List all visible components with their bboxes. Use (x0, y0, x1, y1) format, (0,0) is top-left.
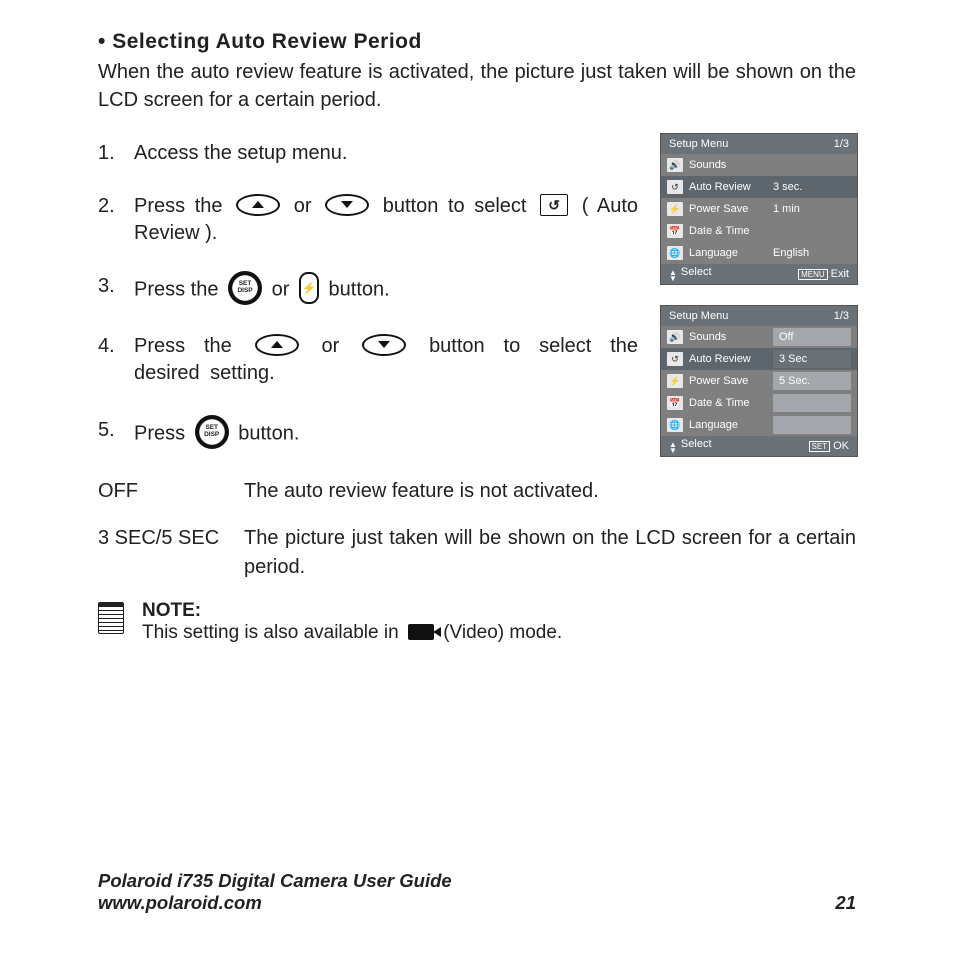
menu-footbar: ▲▼Select MENUExit (661, 264, 857, 284)
menu-title: Setup Menu (669, 138, 728, 150)
note-text: NOTE: This setting is also available in … (142, 600, 562, 644)
step-number: 1. (98, 140, 134, 167)
intro-text: When the auto review feature is activate… (98, 58, 856, 114)
auto-review-icon: ↺ (667, 180, 683, 194)
page-number: 21 (835, 892, 856, 914)
step-text: Press the or button to select the desire… (134, 333, 638, 387)
foot-select: ▲▼Select (669, 266, 712, 282)
language-icon: 🌐 (667, 418, 683, 432)
bullet: • (98, 30, 106, 53)
menu-page: 1/3 (834, 138, 849, 150)
page-footer: Polaroid i735 Digital Camera User Guide … (98, 870, 856, 914)
menu-row: 📅Date & Time (661, 220, 857, 242)
footer-url: www.polaroid.com (98, 892, 452, 914)
menu-row: ⚡Power Save1 min (661, 198, 857, 220)
foot-select: ▲▼Select (669, 438, 712, 454)
definition-value: The auto review feature is not activated… (244, 477, 856, 506)
auto-review-icon: ↺ (667, 352, 683, 366)
setup-menu-screenshot-1: Setup Menu 1/3 🔊Sounds ↺Auto Review3 sec… (660, 133, 858, 285)
down-button-icon (362, 334, 406, 356)
set-disp-button-icon: SET DISP (195, 415, 229, 449)
heading-text: Selecting Auto Review Period (112, 30, 422, 53)
step-text: Press SET DISP button. (134, 417, 638, 451)
updown-arrows-icon: ▲▼ (669, 442, 677, 454)
date-time-icon: 📅 (667, 224, 683, 238)
power-save-icon: ⚡ (667, 374, 683, 388)
set-disp-button-icon: SET DISP (228, 271, 262, 305)
menu-row: 🌐Language (661, 414, 857, 436)
note-icon (98, 602, 124, 634)
up-button-icon (255, 334, 299, 356)
steps-list: 1. Access the setup menu. 2. Press the o… (98, 140, 638, 451)
step-number: 4. (98, 333, 134, 387)
manual-page: • Selecting Auto Review Period When the … (0, 0, 954, 954)
auto-review-icon: ↺ (540, 194, 568, 216)
step-number: 5. (98, 417, 134, 451)
option-definitions: OFF The auto review feature is not activ… (98, 477, 856, 582)
note-block: NOTE: This setting is also available in … (98, 600, 856, 644)
menu-page: 1/3 (834, 310, 849, 322)
foot-exit: MENUExit (798, 268, 849, 280)
menu-row: 🔊Sounds (661, 154, 857, 176)
menu-footbar: ▲▼Select SETOK (661, 436, 857, 456)
section-heading: • Selecting Auto Review Period (98, 30, 856, 54)
language-icon: 🌐 (667, 246, 683, 260)
menu-row: 🌐LanguageEnglish (661, 242, 857, 264)
step-2: 2. Press the or button to select ↺ ( Aut… (98, 193, 638, 247)
menu-key-icon: MENU (798, 269, 828, 280)
down-button-icon (325, 194, 369, 216)
menu-titlebar: Setup Menu 1/3 (661, 306, 857, 326)
menu-row: 📅Date & Time (661, 392, 857, 414)
definition-off: OFF The auto review feature is not activ… (98, 477, 856, 506)
video-mode-icon (408, 624, 434, 640)
definition-value: The picture just taken will be shown on … (244, 524, 856, 582)
definition-key: OFF (98, 477, 244, 506)
menu-row-highlighted: ↺Auto Review3 sec. (661, 176, 857, 198)
footer-guide-title: Polaroid i735 Digital Camera User Guide (98, 870, 452, 892)
foot-ok: SETOK (809, 440, 849, 452)
note-label: NOTE: (142, 600, 201, 621)
updown-arrows-icon: ▲▼ (669, 270, 677, 282)
sounds-icon: 🔊 (667, 158, 683, 172)
up-button-icon (236, 194, 280, 216)
step-5: 5. Press SET DISP button. (98, 417, 638, 451)
footer-left: Polaroid i735 Digital Camera User Guide … (98, 870, 452, 914)
step-1: 1. Access the setup menu. (98, 140, 638, 167)
definition-key: 3 SEC/5 SEC (98, 524, 244, 582)
step-3: 3. Press the SET DISP or ⚡ button. (98, 273, 638, 307)
right-button-icon: ⚡ (299, 272, 319, 304)
step-4: 4. Press the or button to select the des… (98, 333, 638, 387)
menu-row: ⚡Power Save5 Sec. (661, 370, 857, 392)
setup-menu-screenshot-2: Setup Menu 1/3 🔊SoundsOff ↺Auto Review3 … (660, 305, 858, 457)
step-number: 3. (98, 273, 134, 307)
step-text: Access the setup menu. (134, 140, 638, 167)
definition-sec: 3 SEC/5 SEC The picture just taken will … (98, 524, 856, 582)
power-save-icon: ⚡ (667, 202, 683, 216)
menu-row: 🔊SoundsOff (661, 326, 857, 348)
sounds-icon: 🔊 (667, 330, 683, 344)
step-number: 2. (98, 193, 134, 247)
step-text: Press the SET DISP or ⚡ button. (134, 273, 638, 307)
menu-title: Setup Menu (669, 310, 728, 322)
lcd-screenshots: Setup Menu 1/3 🔊Sounds ↺Auto Review3 sec… (660, 133, 856, 457)
step-text: Press the or button to select ↺ ( Auto R… (134, 193, 638, 247)
menu-titlebar: Setup Menu 1/3 (661, 134, 857, 154)
date-time-icon: 📅 (667, 396, 683, 410)
menu-row-highlighted: ↺Auto Review3 Sec (661, 348, 857, 370)
set-key-icon: SET (809, 441, 831, 452)
